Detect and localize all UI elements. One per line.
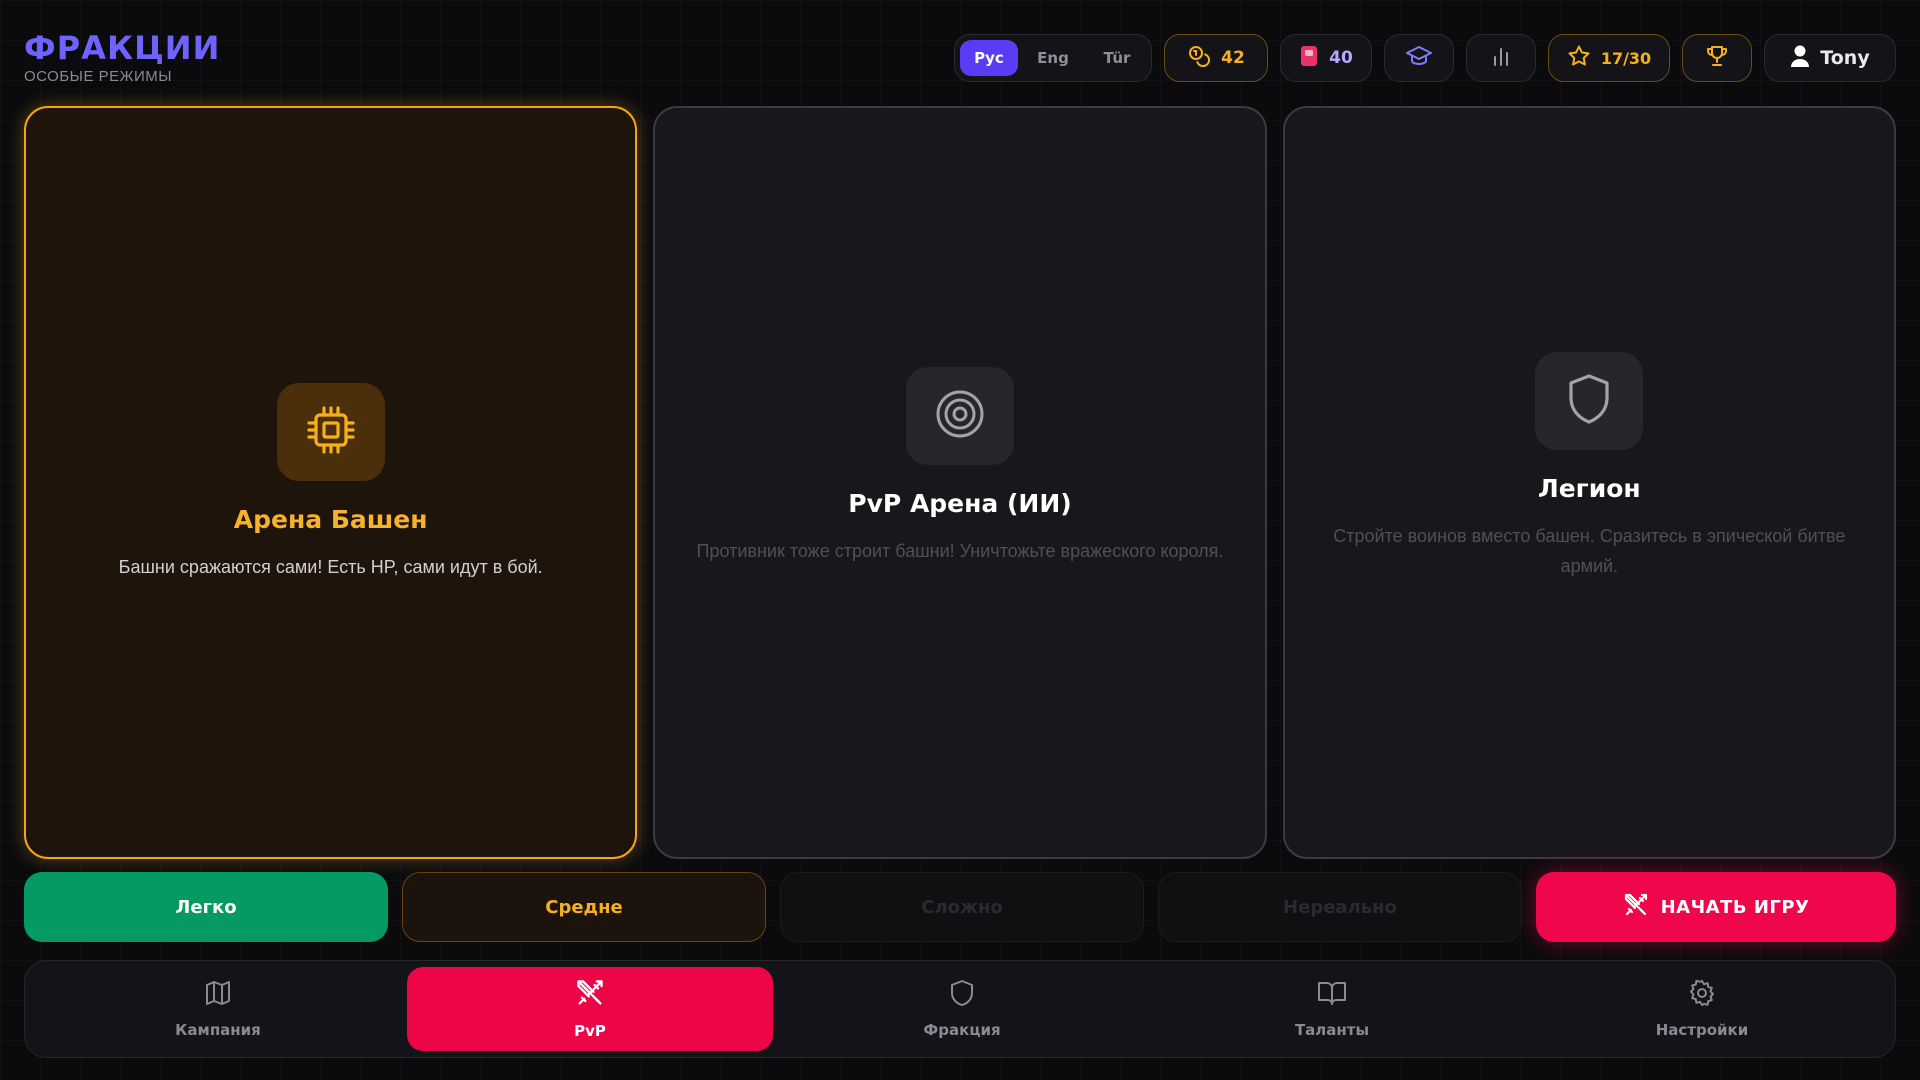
gems-counter[interactable]: 40	[1280, 34, 1372, 82]
nav-item-talents[interactable]: Таланты	[1151, 967, 1513, 1051]
lang-ru-button[interactable]: Рус	[960, 40, 1018, 76]
book-icon	[1317, 979, 1347, 1011]
nav-label: Кампания	[175, 1021, 261, 1039]
map-icon	[204, 979, 232, 1011]
mode-description: Стройте воинов вместо башен. Сразитесь в…	[1333, 526, 1846, 576]
mode-title: Легион	[1537, 474, 1641, 503]
page-subtitle: ОСОБЫЕ РЕЖИМЫ	[24, 68, 173, 85]
lang-en-button[interactable]: Eng	[1024, 40, 1082, 76]
bottom-nav: Кампания PvP Фракция Таланты Настройки	[24, 960, 1896, 1058]
trophy-button[interactable]	[1682, 34, 1752, 82]
shield-icon	[1566, 373, 1612, 429]
swords-icon	[1623, 892, 1649, 923]
mode-icon-container	[1535, 352, 1644, 450]
start-game-button[interactable]: НАЧАТЬ ИГРУ	[1536, 872, 1896, 942]
brand: ФРАКЦИИ ОСОБЫЕ РЕЖИМЫ	[24, 30, 220, 85]
gem-icon	[1299, 45, 1319, 72]
target-icon	[934, 388, 986, 444]
difficulty-easy-button[interactable]: Легко	[24, 872, 388, 942]
gems-value: 40	[1329, 48, 1353, 68]
mode-title: PvP Арена (ИИ)	[848, 489, 1072, 518]
star-icon	[1567, 44, 1591, 72]
mode-card-legion[interactable]: Легион Стройте воинов вместо башен. Сраз…	[1282, 106, 1896, 859]
coins-value: 42	[1221, 48, 1245, 68]
coins-icon	[1187, 44, 1211, 73]
coins-counter[interactable]: 42	[1164, 34, 1268, 82]
chip-icon	[305, 404, 357, 460]
shield-icon	[949, 979, 975, 1011]
nav-item-settings[interactable]: Настройки	[1521, 967, 1883, 1051]
mode-card-tower-arena[interactable]: Арена Башен Башни сражаются сами! Есть H…	[24, 106, 638, 859]
nav-label: Фракция	[923, 1021, 1001, 1039]
page-title: ФРАКЦИИ	[24, 29, 221, 67]
stats-icon	[1490, 45, 1512, 72]
topbar: Рус Eng Tür 42 40 17/30 Tony	[954, 34, 1896, 82]
nav-item-campaign[interactable]: Кампания	[37, 967, 399, 1051]
username: Tony	[1820, 47, 1870, 69]
mode-icon-container	[905, 367, 1014, 465]
difficulty-row: Легко Средне Сложно Нереально НАЧАТЬ ИГР…	[24, 872, 1896, 942]
lang-tr-button[interactable]: Tür	[1088, 40, 1146, 76]
language-switcher: Рус Eng Tür	[954, 34, 1152, 82]
stats-button[interactable]	[1466, 34, 1536, 82]
nav-label: PvP	[574, 1022, 606, 1040]
difficulty-unreal-button[interactable]: Нереально	[1158, 872, 1522, 942]
difficulty-hard-button[interactable]: Сложно	[780, 872, 1144, 942]
mode-description: Противник тоже строит башни! Уничтожьте …	[696, 541, 1224, 561]
mode-card-pvp-arena[interactable]: PvP Арена (ИИ) Противник тоже строит баш…	[653, 106, 1267, 859]
nav-item-faction[interactable]: Фракция	[781, 967, 1143, 1051]
tutorial-button[interactable]	[1384, 34, 1454, 82]
user-icon	[1790, 44, 1810, 73]
mode-icon-container	[276, 383, 385, 481]
stars-value: 17/30	[1600, 48, 1652, 68]
mode-cards: Арена Башен Башни сражаются сами! Есть H…	[24, 106, 1896, 859]
mode-title: Арена Башен	[233, 505, 428, 534]
difficulty-medium-button[interactable]: Средне	[402, 872, 766, 942]
nav-label: Настройки	[1655, 1021, 1749, 1039]
graduation-cap-icon	[1406, 45, 1432, 72]
start-game-label: НАЧАТЬ ИГРУ	[1660, 896, 1810, 918]
trophy-icon	[1705, 44, 1729, 73]
nav-item-pvp[interactable]: PvP	[407, 967, 773, 1051]
stars-counter[interactable]: 17/30	[1548, 34, 1670, 82]
user-profile-button[interactable]: Tony	[1764, 34, 1896, 82]
swords-icon	[575, 978, 605, 1012]
mode-description: Башни сражаются сами! Есть HP, сами идут…	[118, 557, 543, 577]
gear-icon	[1688, 979, 1716, 1011]
nav-label: Таланты	[1294, 1021, 1370, 1039]
